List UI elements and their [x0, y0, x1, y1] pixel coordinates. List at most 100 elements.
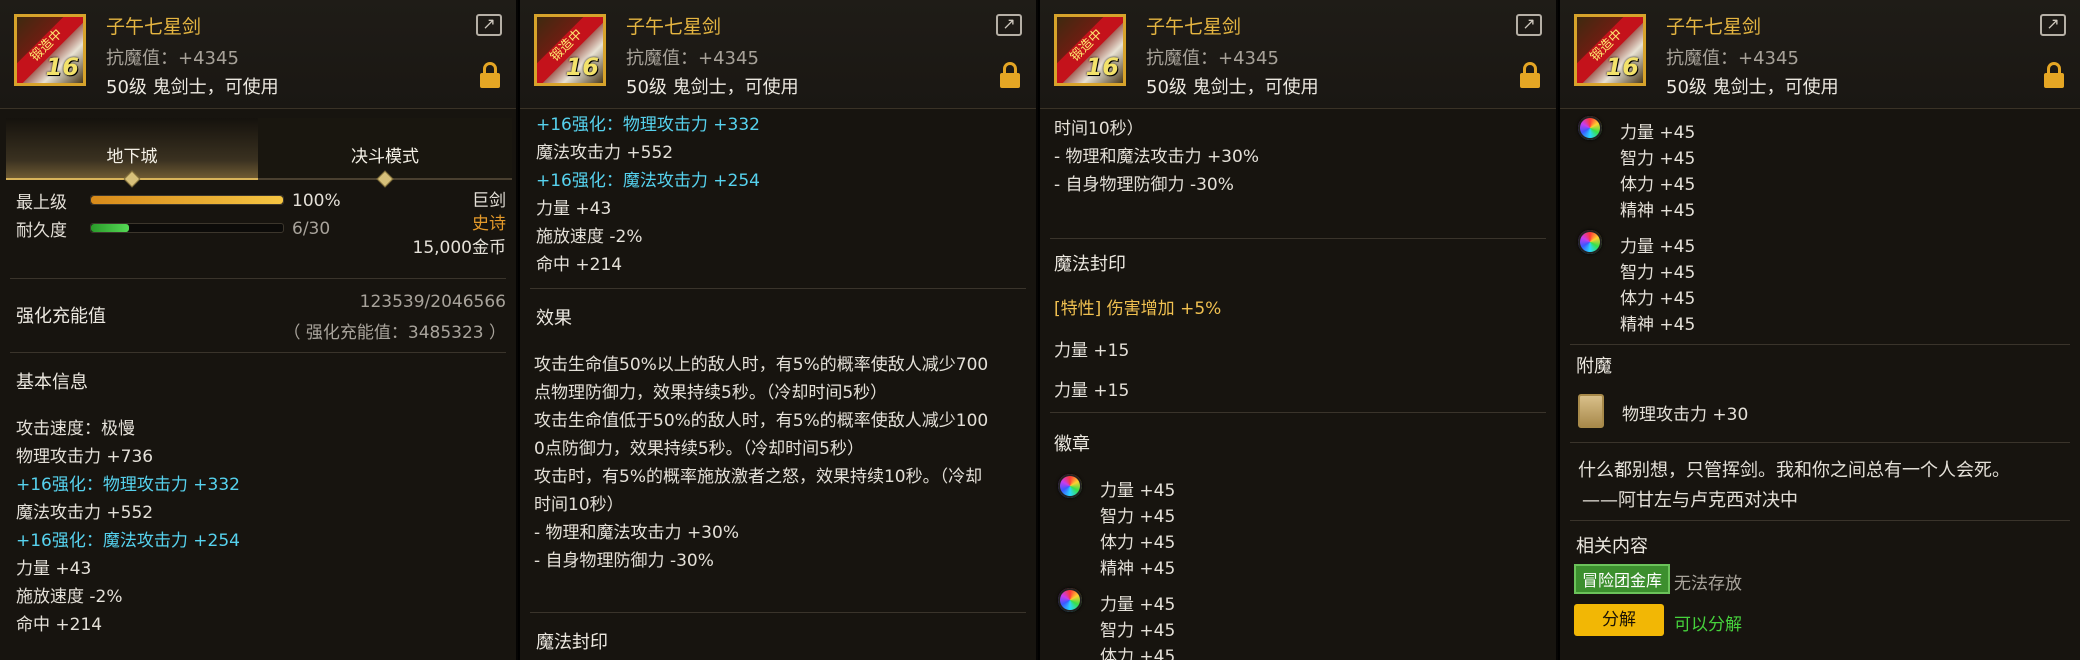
tooltip-body: +16强化：物理攻击力 +332 魔法攻击力 +552 +16强化：魔法攻击力 …	[520, 108, 1036, 660]
item-icon-level: 16	[1605, 53, 1639, 81]
share-icon[interactable]: ↗	[2040, 14, 2066, 36]
item-icon-level: 16	[565, 53, 599, 81]
tooltip-body: 力量 +45 智力 +45 体力 +45 精神 +45 力量 +45 智力 +4…	[1560, 108, 2080, 660]
emblem-stat: 力量 +45	[1620, 123, 1696, 143]
charge-progress: 123539/2046566	[359, 292, 506, 312]
divider	[1570, 520, 2070, 521]
share-icon[interactable]: ↗	[996, 14, 1022, 36]
emblem-stat: 智力 +45	[1100, 507, 1176, 527]
tab-dungeon[interactable]: 地下城	[6, 118, 258, 188]
enchant-card-icon	[1578, 394, 1604, 428]
stat-line: 命中 +214	[536, 255, 623, 275]
emblem-title: 徽章	[1054, 434, 1090, 455]
emblem-orb-icon	[1578, 230, 1602, 254]
stat-line: 力量 +43	[16, 559, 92, 579]
emblem-stat: 体力 +45	[1620, 289, 1696, 309]
disassemble-status: 可以分解	[1674, 615, 1742, 635]
effect-line: 时间10秒）	[534, 495, 624, 515]
bank-status: 无法存放	[1674, 574, 1742, 594]
emblem-stat: 体力 +45	[1620, 175, 1696, 195]
lock-icon[interactable]	[2044, 62, 2064, 88]
tab-pvp[interactable]: 决斗模式	[258, 118, 512, 188]
divider	[530, 288, 1026, 289]
seal-trait: [特性] 伤害增加 +5%	[1054, 299, 1222, 319]
emblem-stat: 智力 +45	[1620, 149, 1696, 169]
mode-tabs: 地下城 决斗模式	[6, 118, 512, 188]
emblem-stat: 精神 +45	[1100, 559, 1176, 579]
lock-icon[interactable]	[1520, 62, 1540, 88]
emblem-stat: 精神 +45	[1620, 315, 1696, 335]
effect-line: 攻击生命值低于50%的敌人时，有5%的概率使敌人减少100	[534, 411, 989, 431]
enchant-stat: 物理攻击力 +30	[1622, 405, 1749, 425]
item-resist: 抗魔值：+4345	[626, 48, 759, 69]
stat-line: 物理攻击力 +736	[16, 447, 154, 467]
effect-line: - 物理和魔法攻击力 +30%	[1054, 147, 1259, 167]
divider	[1570, 442, 2070, 443]
item-icon-level: 16	[1085, 53, 1119, 81]
divider	[1050, 412, 1546, 413]
stat-line: 攻击速度：极慢	[16, 419, 135, 439]
disassemble-button[interactable]: 分解	[1574, 604, 1664, 636]
durability-bar-fill	[91, 224, 130, 232]
divider	[10, 352, 506, 353]
tab-marker-icon	[376, 170, 394, 188]
seal-stat: 力量 +15	[1054, 381, 1130, 401]
durability-value: 6/30	[292, 219, 331, 239]
item-resist: 抗魔值：+4345	[106, 48, 239, 69]
stat-line: +16强化：物理攻击力 +332	[16, 475, 240, 495]
item-header: 锻造中 16 子午七星剑 抗魔值：+4345 50级 鬼剑士，可使用 ↗	[520, 0, 1036, 109]
stat-line: 施放速度 -2%	[536, 227, 643, 247]
item-requirement: 50级 鬼剑士，可使用	[1666, 77, 1839, 98]
emblem-orb-icon	[1058, 588, 1082, 612]
effect-line: - 物理和魔法攻击力 +30%	[534, 523, 739, 543]
related-title: 相关内容	[1576, 536, 1648, 557]
divider	[1570, 344, 2070, 345]
tooltip-body: 时间10秒） - 物理和魔法攻击力 +30% - 自身物理防御力 -30% 魔法…	[1040, 108, 1556, 660]
tooltip-panel-3: 锻造中 16 子午七星剑 抗魔值：+4345 50级 鬼剑士，可使用 ↗ 时间1…	[1040, 0, 1558, 660]
item-icon-level: 16	[45, 53, 79, 81]
share-icon[interactable]: ↗	[476, 14, 502, 36]
item-icon: 锻造中 16	[14, 14, 86, 86]
stat-line: 魔法攻击力 +552	[536, 143, 674, 163]
stat-line: 施放速度 -2%	[16, 587, 123, 607]
lock-icon[interactable]	[480, 62, 500, 88]
stat-line: 力量 +43	[536, 199, 612, 219]
emblem-stat: 精神 +45	[1620, 201, 1696, 221]
item-header: 锻造中 16 子午七星剑 抗魔值：+4345 50级 鬼剑士，可使用 ↗	[1040, 0, 1556, 109]
effect-line: - 自身物理防御力 -30%	[1054, 175, 1234, 195]
weapon-type: 巨剑	[472, 191, 506, 211]
lock-icon[interactable]	[1000, 62, 1020, 88]
share-icon[interactable]: ↗	[1516, 14, 1542, 36]
tab-pvp-label: 决斗模式	[351, 147, 419, 167]
item-requirement: 50级 鬼剑士，可使用	[626, 77, 799, 98]
seal-title: 魔法封印	[1054, 254, 1126, 275]
item-name: 子午七星剑	[626, 16, 722, 38]
basic-info-title: 基本信息	[16, 372, 88, 393]
tab-marker-icon	[123, 170, 141, 188]
item-header: 锻造中 16 子午七星剑 抗魔值：+4345 50级 鬼剑士，可使用 ↗	[0, 0, 516, 109]
emblem-stat: 智力 +45	[1100, 621, 1176, 641]
max-level-label: 最上级	[16, 193, 67, 213]
tooltip-body: 地下城 决斗模式 最上级 100% 耐久度 6/30 巨剑 史诗 15,000金…	[0, 108, 516, 660]
stat-line: 命中 +214	[16, 615, 103, 635]
emblem-stat: 力量 +45	[1100, 595, 1176, 615]
stat-line: +16强化：魔法攻击力 +254	[536, 171, 760, 191]
item-requirement: 50级 鬼剑士，可使用	[1146, 77, 1319, 98]
stat-line: +16强化：物理攻击力 +332	[536, 115, 760, 135]
effect-line: 攻击生命值50%以上的敌人时，有5%的概率使敌人减少700	[534, 355, 989, 375]
item-header: 锻造中 16 子午七星剑 抗魔值：+4345 50级 鬼剑士，可使用 ↗	[1560, 0, 2080, 109]
durability-bar	[90, 223, 284, 233]
emblem-stat: 体力 +45	[1100, 647, 1176, 660]
item-requirement: 50级 鬼剑士，可使用	[106, 77, 279, 98]
divider	[1050, 238, 1546, 239]
item-price: 15,000金币	[412, 238, 506, 258]
emblem-orb-icon	[1578, 116, 1602, 140]
tooltip-panel-1: 锻造中 16 子午七星剑 抗魔值：+4345 50级 鬼剑士，可使用 ↗ 地下城…	[0, 0, 518, 660]
effect-line: 攻击时，有5%的概率施放激者之怒，效果持续10秒。（冷却	[534, 467, 983, 487]
effect-line: 0点防御力，效果持续5秒。（冷却时间5秒）	[534, 439, 864, 459]
divider	[10, 278, 506, 279]
item-icon: 锻造中 16	[1054, 14, 1126, 86]
flavor-quote-source: ——阿甘左与卢克西对决中	[1582, 490, 1798, 511]
seal-stat: 力量 +15	[1054, 341, 1130, 361]
emblem-orb-icon	[1058, 474, 1082, 498]
